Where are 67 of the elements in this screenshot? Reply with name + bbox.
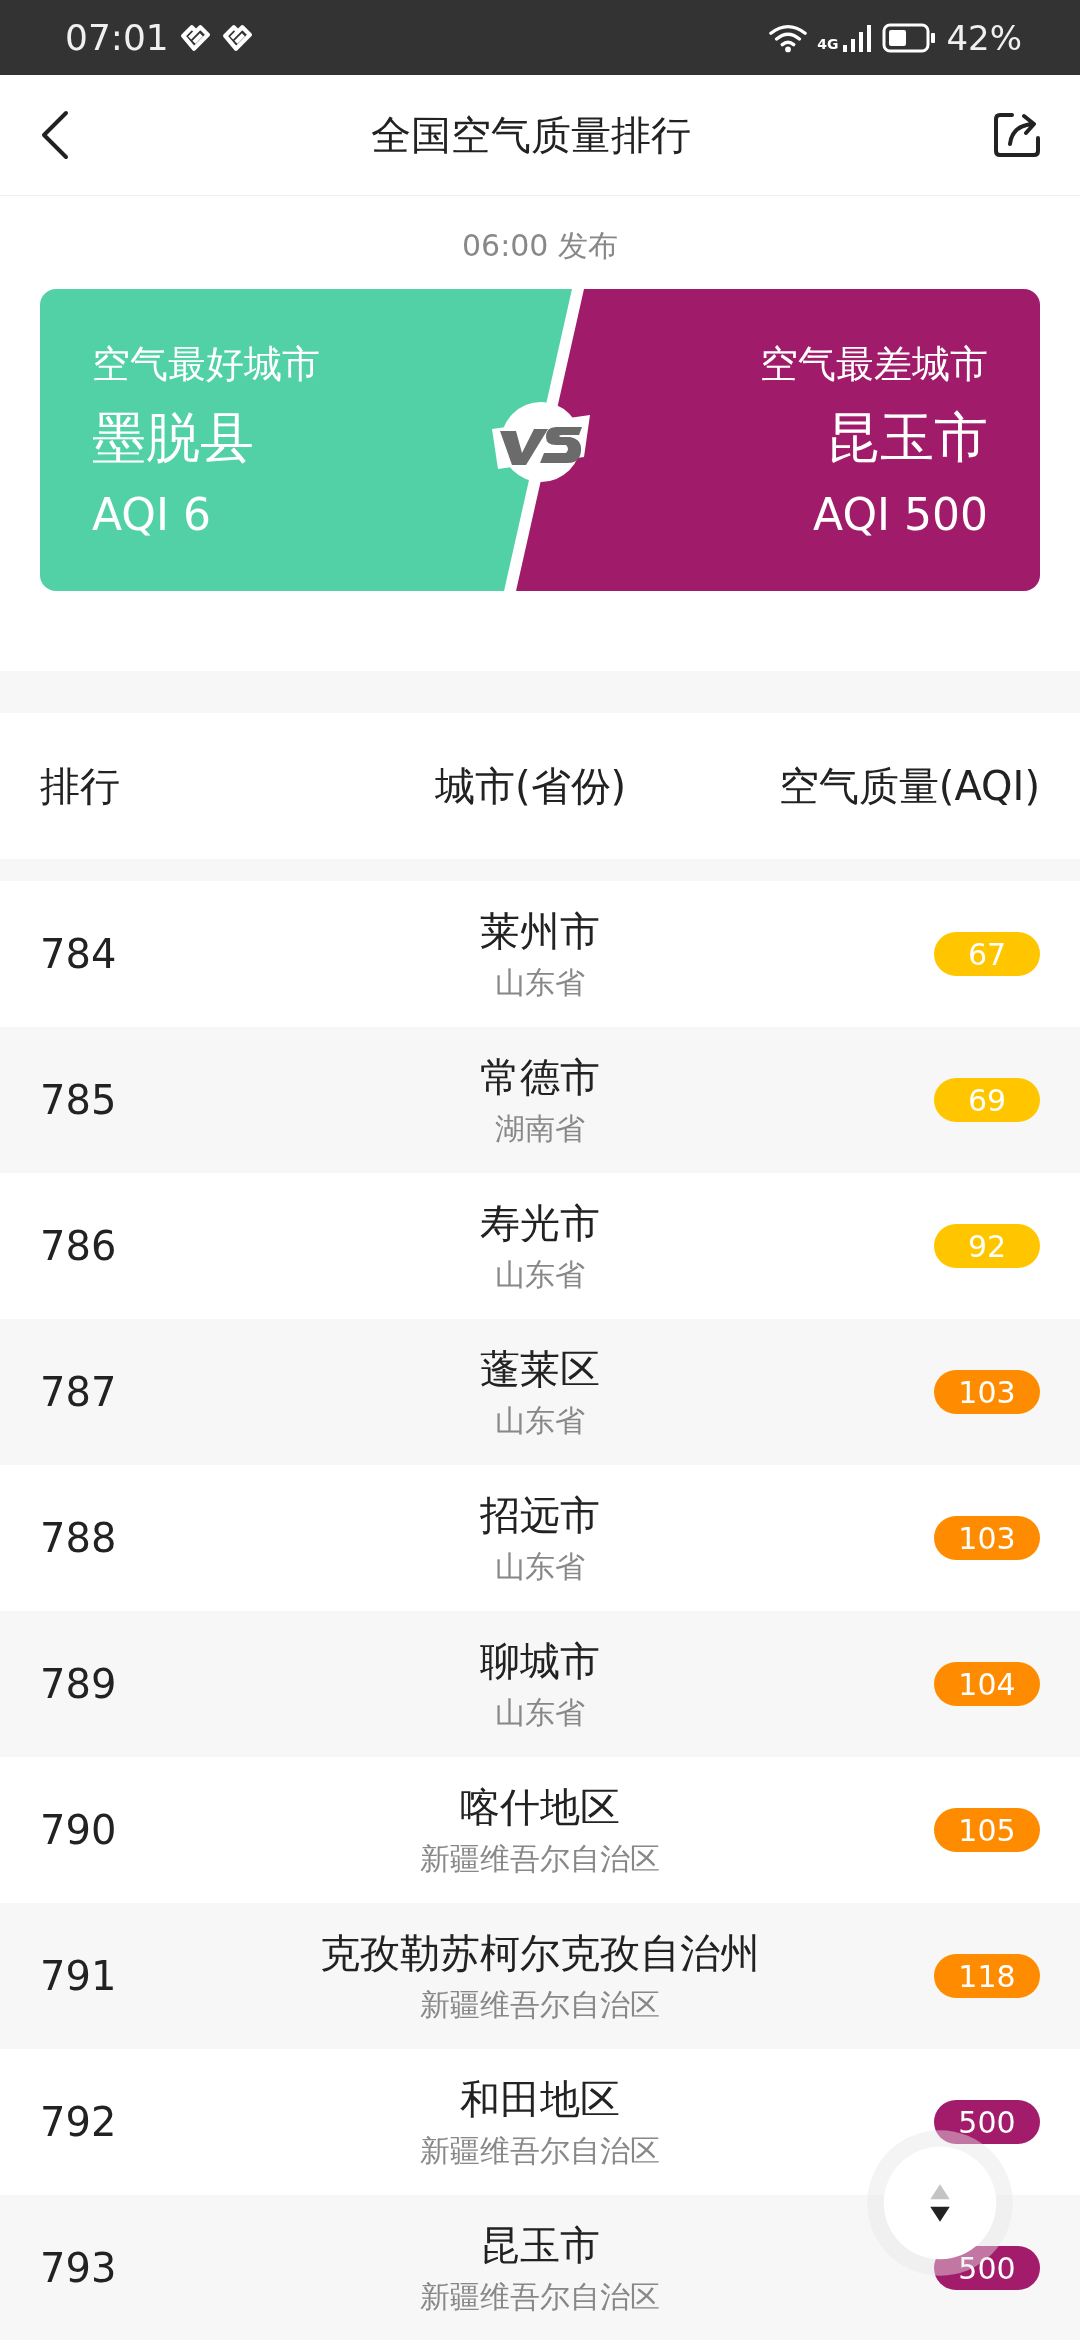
up-down-arrows-icon	[928, 2182, 952, 2224]
province-name: 山东省	[495, 964, 585, 1002]
column-header: 空气质量(AQI)	[778, 761, 1040, 811]
aqi-badge: 103	[934, 1370, 1040, 1414]
publish-time: 06:00 发布	[462, 227, 618, 265]
ranking-row[interactable]: 793 昆玉市 新疆维吾尔自治区 500	[0, 2195, 1080, 2340]
aqi-badge: 104	[934, 1662, 1040, 1706]
aqi-badge: 118	[934, 1954, 1040, 1998]
ranking-row[interactable]: 791 克孜勒苏柯尔克孜自治州 新疆维吾尔自治区 118	[0, 1903, 1080, 2049]
share-icon[interactable]	[992, 110, 1042, 160]
province-name: 山东省	[495, 1256, 585, 1294]
wifi-icon	[769, 22, 808, 53]
aqi-badge: 105	[934, 1808, 1040, 1852]
rank-number: 793	[40, 2245, 118, 2291]
city-name: 喀什地区	[460, 1783, 620, 1832]
aqi-badge: 69	[934, 1078, 1040, 1122]
aqi-badge: 500	[934, 2100, 1040, 2144]
city-name: 莱州市	[480, 907, 600, 956]
province-name: 湖南省	[495, 1110, 585, 1148]
province-name: 山东省	[495, 1548, 585, 1586]
province-name: 新疆维吾尔自治区	[420, 2278, 660, 2316]
city-name: 寿光市	[480, 1199, 600, 1248]
heart-icon	[220, 24, 253, 51]
ranking-row[interactable]: 787 蓬莱区 山东省 103	[0, 1319, 1080, 1465]
aqi-badge: 103	[934, 1516, 1040, 1560]
best-city-label: 空气最好城市	[92, 341, 320, 388]
province-name: 新疆维吾尔自治区	[420, 1986, 660, 2024]
city-name: 聊城市	[480, 1637, 600, 1686]
city-name: 蓬莱区	[480, 1345, 600, 1394]
rank-number: 790	[40, 1807, 118, 1853]
worst-city-label: 空气最差城市	[760, 341, 988, 388]
city-name: 常德市	[480, 1053, 600, 1102]
city-name: 和田地区	[460, 2075, 620, 2124]
city-name: 昆玉市	[480, 2221, 600, 2270]
city-name: 招远市	[480, 1491, 600, 1540]
network-type: 4G	[817, 35, 839, 52]
rank-number: 791	[40, 1953, 118, 1999]
rank-number: 789	[40, 1661, 118, 1707]
back-icon[interactable]	[40, 110, 70, 160]
clock-time: 07:01	[65, 17, 169, 58]
province-name: 山东省	[495, 1402, 585, 1440]
page-title: 全国空气质量排行	[371, 110, 691, 160]
battery-level: 42%	[946, 17, 1022, 58]
city-name: 克孜勒苏柯尔克孜自治州	[320, 1929, 760, 1978]
column-header: 城市(省份)	[434, 761, 628, 811]
province-name: 新疆维吾尔自治区	[420, 1840, 660, 1878]
province-name: 新疆维吾尔自治区	[420, 2132, 660, 2170]
rank-number: 788	[40, 1515, 118, 1561]
aqi-badge: 67	[934, 932, 1040, 976]
rank-number: 785	[40, 1077, 118, 1123]
aqi-badge: 500	[934, 2246, 1040, 2290]
worst-city-name: 昆玉市	[826, 405, 988, 471]
battery-icon	[882, 22, 937, 53]
rank-number: 784	[40, 931, 118, 977]
best-city-aqi: AQI 6	[92, 489, 211, 540]
rank-number: 786	[40, 1223, 118, 1269]
ranking-row[interactable]: 785 常德市 湖南省 69	[0, 1027, 1080, 1173]
province-name: 山东省	[495, 1694, 585, 1732]
rank-number: 787	[40, 1369, 118, 1415]
ranking-row[interactable]: 789 聊城市 山东省 104	[0, 1611, 1080, 1757]
aqi-badge: 92	[934, 1224, 1040, 1268]
best-city-name: 墨脱县	[92, 405, 254, 471]
worst-city-aqi: AQI 500	[813, 489, 988, 540]
signal-icon	[842, 22, 873, 53]
heart-icon	[178, 24, 211, 51]
rank-number: 792	[40, 2099, 118, 2145]
column-header: 排行	[40, 761, 121, 811]
